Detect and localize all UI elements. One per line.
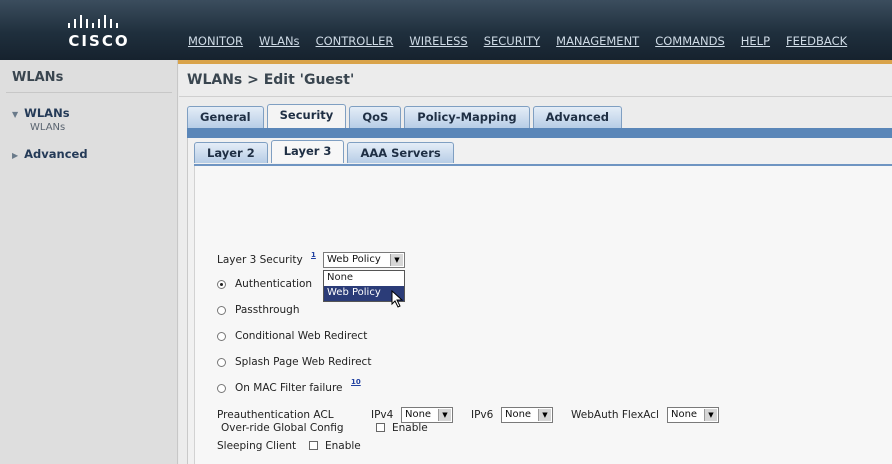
ipv4-label: IPv4 xyxy=(371,409,394,421)
collapsed-triangle-icon: ▶ xyxy=(12,151,19,160)
ipv4-acl-value: None xyxy=(405,409,432,420)
cisco-logo-text: CISCO xyxy=(68,32,130,50)
sidebar-title: WLANs xyxy=(12,70,64,85)
nav-wireless[interactable]: WIRELESS xyxy=(409,34,467,50)
mac-filter-footnote[interactable]: 10 xyxy=(351,378,361,386)
webauth-flexacl-label: WebAuth FlexAcl xyxy=(571,409,659,421)
ipv6-acl-value: None xyxy=(505,409,532,420)
tab-qos[interactable]: QoS xyxy=(349,106,402,128)
override-global-config-checkbox[interactable] xyxy=(376,423,385,432)
override-enable-label: Enable xyxy=(392,422,428,434)
radio-conditional-web-redirect[interactable] xyxy=(217,332,226,341)
top-header-bar: CISCO MONITOR WLANs CONTROLLER WIRELESS … xyxy=(0,0,892,60)
title-divider xyxy=(179,96,892,97)
webauth-flexacl-select[interactable]: None ▼ xyxy=(667,407,719,423)
sleeping-client-checkbox[interactable] xyxy=(309,441,318,450)
radio-authentication-label: Authentication xyxy=(235,278,313,290)
dropdown-option-none[interactable]: None xyxy=(324,271,404,286)
layer3-form: Layer 3 Security 1 Web Policy ▼ None Web… xyxy=(194,166,892,464)
radio-authentication[interactable] xyxy=(217,280,226,289)
subtab-layer2[interactable]: Layer 2 xyxy=(194,142,268,163)
override-global-config-label: Over-ride Global Config xyxy=(221,422,344,434)
nav-commands[interactable]: COMMANDS xyxy=(655,34,725,50)
main-nav: MONITOR WLANs CONTROLLER WIRELESS SECURI… xyxy=(188,34,847,50)
layer3-security-select[interactable]: Web Policy ▼ xyxy=(323,252,405,268)
nav-feedback[interactable]: FEEDBACK xyxy=(786,34,847,50)
subtab-layer3[interactable]: Layer 3 xyxy=(270,140,345,163)
subtab-aaa-servers[interactable]: AAA Servers xyxy=(347,142,454,163)
cisco-logo: CISCO xyxy=(60,12,140,52)
subtab-bar: Layer 2 Layer 3 AAA Servers xyxy=(194,140,454,163)
tab-underline xyxy=(187,128,892,138)
sidebar-item-label: Advanced xyxy=(24,147,88,161)
layer3-security-footnote[interactable]: 1 xyxy=(311,251,316,259)
tab-general[interactable]: General xyxy=(187,106,264,128)
nav-wlans[interactable]: WLANs xyxy=(259,34,300,50)
tab-security[interactable]: Security xyxy=(266,104,347,128)
dropdown-arrow-icon[interactable]: ▼ xyxy=(390,254,403,266)
radio-on-mac-filter-failure-label: On MAC Filter failure xyxy=(235,382,343,394)
radio-passthrough-label: Passthrough xyxy=(235,304,300,316)
expanded-triangle-icon: ▼ xyxy=(12,110,19,119)
ipv6-acl-select[interactable]: None ▼ xyxy=(501,407,553,423)
tab-advanced[interactable]: Advanced xyxy=(532,106,623,128)
dropdown-arrow-icon[interactable]: ▼ xyxy=(538,409,551,421)
mouse-pointer-icon xyxy=(391,290,404,308)
tab-policy-mapping[interactable]: Policy-Mapping xyxy=(404,106,530,128)
ipv6-label: IPv6 xyxy=(471,409,494,421)
dropdown-arrow-icon[interactable]: ▼ xyxy=(704,409,717,421)
nav-controller[interactable]: CONTROLLER xyxy=(316,34,394,50)
tab-bar: General Security QoS Policy-Mapping Adva… xyxy=(187,104,623,128)
radio-passthrough[interactable] xyxy=(217,306,226,315)
sidebar-item-advanced[interactable]: ▶ Advanced xyxy=(12,147,88,161)
page-title: WLANs > Edit 'Guest' xyxy=(187,72,355,88)
nav-management[interactable]: MANAGEMENT xyxy=(556,34,639,50)
nav-help[interactable]: HELP xyxy=(741,34,770,50)
radio-splash-page-web-redirect-label: Splash Page Web Redirect xyxy=(235,356,372,368)
radio-splash-page-web-redirect[interactable] xyxy=(217,358,226,367)
nav-security[interactable]: SECURITY xyxy=(484,34,540,50)
cisco-bars-icon xyxy=(68,15,118,28)
sidebar-item-wlans[interactable]: ▼ WLANs xyxy=(12,106,70,120)
radio-conditional-web-redirect-label: Conditional Web Redirect xyxy=(235,330,368,342)
ipv4-acl-select[interactable]: None ▼ xyxy=(401,407,453,423)
preauth-acl-label: Preauthentication ACL xyxy=(217,409,334,421)
security-panel: Layer 2 Layer 3 AAA Servers Layer 3 Secu… xyxy=(187,138,892,464)
layer3-security-label: Layer 3 Security xyxy=(217,254,303,266)
main-content: WLANs > Edit 'Guest' General Security Qo… xyxy=(179,64,892,464)
nav-monitor[interactable]: MONITOR xyxy=(188,34,243,50)
sidebar-item-label: WLANs xyxy=(24,106,70,120)
dropdown-arrow-icon[interactable]: ▼ xyxy=(438,409,451,421)
sleeping-client-enable-label: Enable xyxy=(325,440,361,452)
sidebar-subitem-wlans[interactable]: WLANs xyxy=(30,122,65,133)
left-sidebar: WLANs ▼ WLANs WLANs ▶ Advanced xyxy=(0,60,178,464)
sidebar-divider xyxy=(6,92,172,93)
webauth-flexacl-value: None xyxy=(671,409,698,420)
layer3-security-value: Web Policy xyxy=(327,254,381,265)
radio-on-mac-filter-failure[interactable] xyxy=(217,384,226,393)
sleeping-client-label: Sleeping Client xyxy=(217,440,297,452)
